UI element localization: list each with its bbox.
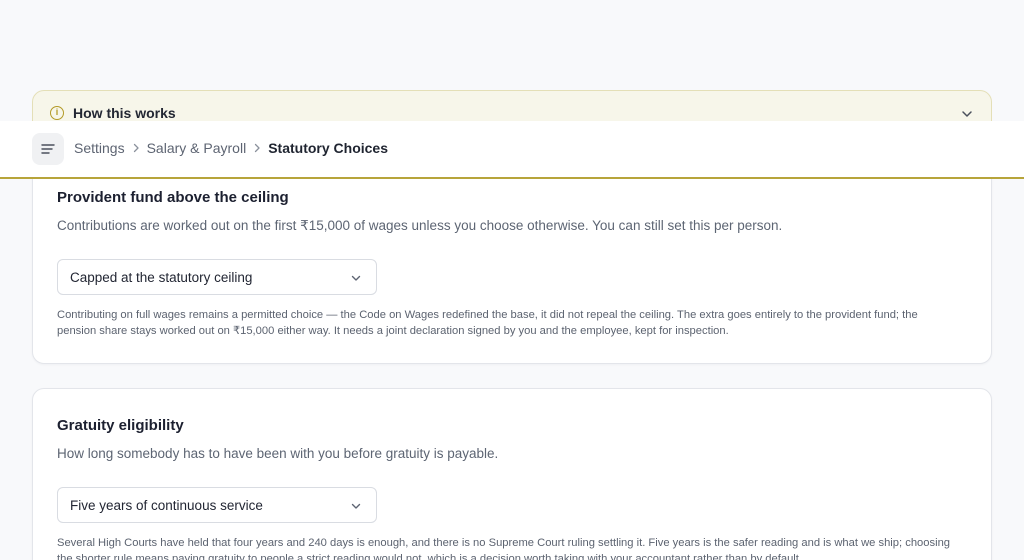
select-value: Five years of continuous service bbox=[70, 498, 263, 513]
chevron-right-icon bbox=[249, 140, 265, 156]
breadcrumb: Settings Salary & Payroll Statutory Choi… bbox=[74, 140, 388, 156]
chevron-down-icon bbox=[351, 503, 361, 509]
breadcrumb-current: Statutory Choices bbox=[268, 140, 388, 156]
chevron-right-icon bbox=[128, 140, 144, 156]
provident-fund-select[interactable]: Capped at the statutory ceiling bbox=[57, 259, 377, 295]
gratuity-card: Gratuity eligibility How long somebody h… bbox=[32, 388, 992, 560]
card-title: Gratuity eligibility bbox=[57, 417, 184, 434]
sticky-header: Settings Salary & Payroll Statutory Choi… bbox=[0, 121, 1024, 179]
provident-fund-card: Provident fund above the ceiling Contrib… bbox=[32, 150, 992, 364]
breadcrumb-salary-payroll[interactable]: Salary & Payroll bbox=[147, 140, 247, 156]
card-note: Contributing on full wages remains a per… bbox=[57, 309, 918, 337]
gratuity-select[interactable]: Five years of continuous service bbox=[57, 487, 377, 523]
chevron-down-icon bbox=[351, 275, 361, 281]
page: i How this works Provident fund above th… bbox=[0, 0, 1024, 560]
menu-button[interactable] bbox=[32, 133, 64, 165]
card-description: Contributions are worked out on the firs… bbox=[57, 218, 783, 233]
banner-title: How this works bbox=[73, 105, 176, 121]
card-description: How long somebody has to have been with … bbox=[57, 446, 499, 461]
card-title: Provident fund above the ceiling bbox=[57, 189, 289, 206]
card-note: Several High Courts have held that four … bbox=[57, 537, 951, 560]
menu-icon bbox=[41, 144, 55, 154]
select-value: Capped at the statutory ceiling bbox=[70, 270, 253, 285]
chevron-down-icon[interactable] bbox=[961, 108, 973, 120]
info-icon: i bbox=[50, 106, 64, 120]
breadcrumb-settings[interactable]: Settings bbox=[74, 140, 125, 156]
